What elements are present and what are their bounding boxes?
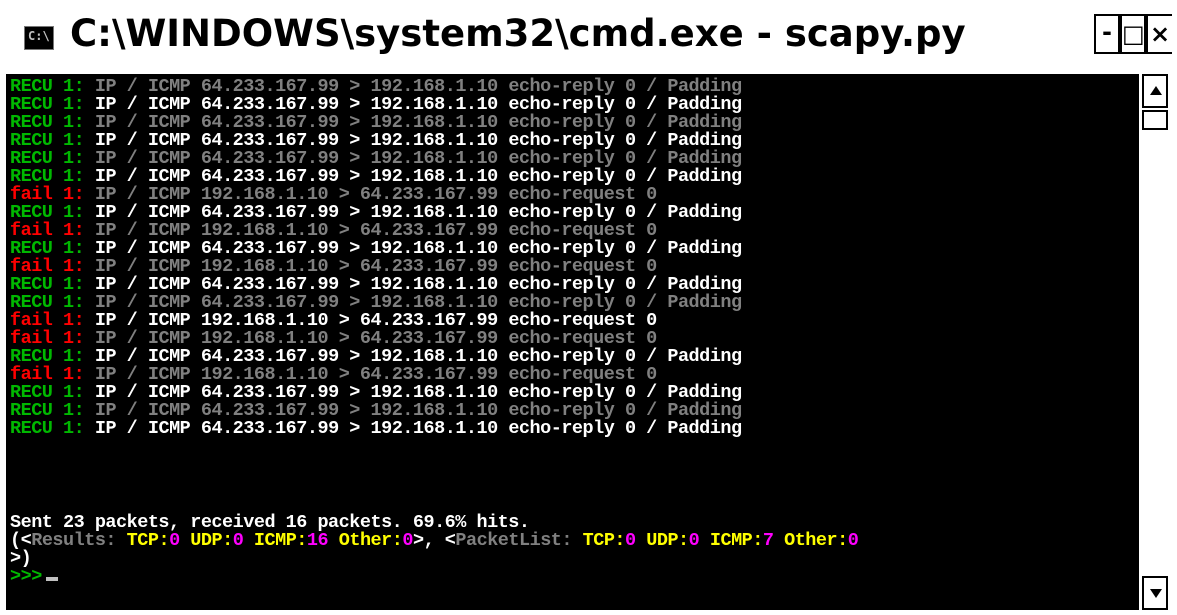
console-output[interactable]: RECU 1: IP / ICMP 64.233.167.99 > 192.16… (6, 74, 1138, 610)
results-icmp-value: 16 (306, 530, 329, 551)
packetlist-udp-label: UDP: (635, 530, 689, 551)
results-icmp-label: ICMP: (243, 530, 308, 551)
packetlist-tcp-label: TCP: (572, 530, 626, 551)
text-cursor (45, 577, 58, 581)
results-tcp-value: 0 (169, 530, 180, 551)
maximize-icon: □ (1122, 20, 1145, 48)
console-window: C:\ C:\WINDOWS\system32\cmd.exe - scapy.… (0, 0, 1177, 615)
results-other-value: 0 (402, 530, 413, 551)
minimize-button[interactable]: - (1094, 14, 1120, 54)
packetlist-other-value: 0 (847, 530, 859, 551)
packetlist-label: PacketList: (455, 530, 573, 551)
results-label: Results: (31, 530, 117, 551)
packet-status: RECU (10, 418, 53, 439)
window-title: C:\WINDOWS\system32\cmd.exe - scapy.py (70, 12, 966, 55)
packetlist-icmp-value: 7 (762, 530, 774, 551)
cmd-console-icon[interactable]: C:\ (24, 26, 54, 50)
packetlist-tcp-value: 0 (625, 530, 636, 551)
results-tcp-label: TCP: (116, 530, 170, 551)
packet-status-gap (52, 418, 63, 439)
summary-results-line: (<Results: TCP:0 UDP:0 ICMP:16 Other:0>,… (10, 530, 859, 551)
results-udp-label: UDP: (179, 530, 233, 551)
packet-count: 1: (63, 418, 85, 439)
close-button[interactable]: × (1146, 14, 1174, 54)
results-other-label: Other: (328, 530, 403, 551)
python-prompt: >>> (10, 566, 42, 587)
scroll-down-button[interactable] (1142, 576, 1168, 610)
minimize-icon: - (1102, 18, 1112, 46)
icon-glyph: C:\ (28, 29, 50, 43)
packetlist-icmp-label: ICMP: (699, 530, 764, 551)
results-udp-value: 0 (232, 530, 244, 551)
window-frame-right (1172, 0, 1177, 615)
packetlist-other-label: Other: (773, 530, 848, 551)
scroll-down-arrow-icon (1150, 589, 1162, 598)
results-separator: >, < (412, 530, 456, 551)
packet-summary: IP / ICMP 64.233.167.99 > 192.168.1.10 e… (84, 418, 742, 439)
close-icon: × (1149, 20, 1171, 48)
title-bar[interactable]: C:\ C:\WINDOWS\system32\cmd.exe - scapy.… (0, 0, 1177, 72)
scroll-up-arrow-icon (1150, 86, 1162, 95)
maximize-button[interactable]: □ (1120, 14, 1146, 54)
scroll-thumb[interactable] (1142, 110, 1168, 130)
vertical-scrollbar[interactable] (1138, 74, 1172, 610)
packet-line: RECU 1: IP / ICMP 64.233.167.99 > 192.16… (10, 418, 742, 439)
prompt-line[interactable]: >>> (10, 566, 58, 587)
scroll-up-button[interactable] (1142, 74, 1168, 108)
packetlist-udp-value: 0 (688, 530, 700, 551)
